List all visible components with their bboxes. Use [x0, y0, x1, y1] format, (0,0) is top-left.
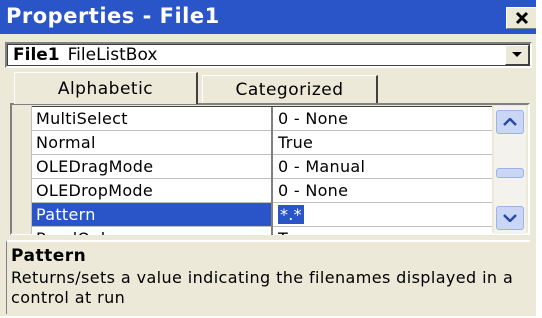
property-row-selected[interactable]: Pattern *.*: [32, 203, 492, 227]
vertical-scrollbar[interactable]: [494, 106, 526, 234]
scroll-thumb[interactable]: [496, 168, 524, 178]
property-value-text: *.*: [278, 205, 304, 224]
property-name: Pattern: [32, 203, 272, 226]
property-row[interactable]: Normal True: [32, 131, 492, 155]
description-pane: Pattern Returns/sets a value indicating …: [6, 240, 530, 314]
grid-row-header-strip: [12, 106, 32, 234]
property-name: OLEDropMode: [36, 181, 154, 200]
description-title: Pattern: [11, 246, 87, 266]
property-row[interactable]: OLEDropMode 0 - None: [32, 179, 492, 203]
property-name: Normal: [36, 133, 96, 152]
scroll-down-button[interactable]: [496, 206, 524, 230]
column-divider[interactable]: [271, 107, 273, 235]
property-value-editor[interactable]: *.*: [278, 203, 488, 226]
tab-categorized[interactable]: Categorized: [202, 75, 378, 103]
scroll-up-icon: [503, 118, 517, 126]
properties-window: Properties - File1 File1 FileListBox Cate…: [0, 0, 536, 316]
object-selector-value: File1 FileListBox: [13, 45, 157, 65]
property-row[interactable]: ReadOnly True: [32, 227, 492, 235]
dropdown-button[interactable]: [505, 45, 529, 65]
window-title: Properties - File1: [6, 4, 220, 28]
property-value[interactable]: True: [278, 131, 488, 154]
chevron-down-icon: [512, 52, 522, 57]
property-name: OLEDragMode: [36, 157, 154, 176]
property-value[interactable]: 0 - Manual: [278, 155, 488, 178]
property-name: ReadOnly: [36, 227, 270, 235]
property-value[interactable]: True: [278, 227, 488, 235]
scroll-up-button[interactable]: [496, 110, 524, 134]
description-text: Returns/sets a value indicating the file…: [11, 268, 514, 307]
object-selector-dropdown[interactable]: File1 FileListBox: [5, 42, 532, 68]
property-value[interactable]: 0 - None: [278, 107, 488, 130]
property-row[interactable]: MultiSelect 0 - None: [32, 107, 492, 131]
property-value[interactable]: 0 - None: [278, 179, 488, 202]
title-bar[interactable]: Properties - File1: [0, 0, 536, 34]
close-button[interactable]: [506, 7, 536, 29]
property-grid[interactable]: MultiSelect 0 - None Normal True OLEDrag…: [32, 106, 492, 235]
close-icon: [515, 11, 529, 25]
tab-alphabetic[interactable]: Alphabetic: [14, 72, 198, 104]
property-row[interactable]: OLEDragMode 0 - Manual: [32, 155, 492, 179]
object-type: FileListBox: [67, 45, 158, 65]
scroll-down-icon: [503, 214, 517, 222]
property-name: MultiSelect: [36, 109, 128, 128]
object-name: File1: [13, 45, 60, 65]
